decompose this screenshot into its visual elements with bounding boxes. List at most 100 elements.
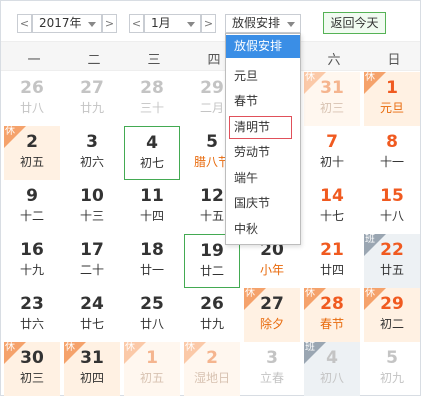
day-cell[interactable]: 15 十八 (364, 180, 420, 234)
lunar-date-label: 初十 (319, 155, 344, 169)
holiday-select[interactable]: 放假安排 (225, 14, 301, 33)
day-number: 28 (140, 78, 164, 98)
day-cell[interactable]: 休 2 湿地日 (184, 342, 240, 396)
lunar-date-label: 廿一 (139, 263, 164, 277)
day-cell[interactable]: 休 1 初五 (124, 342, 180, 396)
lunar-date-label: 初六 (79, 155, 104, 169)
day-number: 10 (80, 186, 104, 206)
day-number: 26 (200, 294, 224, 314)
holiday-menu-item[interactable]: 元旦 (226, 65, 300, 88)
holiday-menu-item[interactable]: 劳动节 (226, 141, 300, 164)
day-number: 23 (20, 294, 44, 314)
day-cell[interactable]: 18 廿一 (124, 234, 180, 288)
lunar-date-label: 初九 (379, 371, 404, 385)
work-day-badge: 班 (304, 342, 326, 364)
lunar-date-label: 初五 (139, 371, 164, 385)
holiday-rest-badge: 休 (304, 72, 326, 94)
holiday-menu-item[interactable]: 中秋 (226, 218, 300, 241)
day-cell[interactable]: 3 初六 (64, 126, 120, 180)
back-to-today-button[interactable]: 返回今天 (323, 12, 386, 34)
lunar-date-label: 初四 (79, 371, 104, 385)
holiday-dropdown-menu: 放假安排元旦 春节 清明节 劳动节端午 国庆节中秋 (225, 33, 301, 245)
holiday-menu-item[interactable]: 清明节 (229, 115, 292, 139)
holiday-rest-badge: 休 (364, 72, 386, 94)
prev-year-button[interactable]: < (17, 14, 32, 33)
day-cell[interactable]: 14 十七 (304, 180, 360, 234)
day-number: 3 (266, 348, 278, 368)
day-cell[interactable]: 28 三十 (124, 72, 180, 126)
next-year-button[interactable]: > (102, 14, 117, 33)
year-select-value: 2017年 (39, 16, 82, 30)
month-select[interactable]: 1月 (144, 14, 201, 33)
day-cell[interactable]: 24 廿七 (64, 288, 120, 342)
chevron-down-icon (88, 22, 96, 27)
day-number: 5 (386, 348, 398, 368)
day-cell[interactable]: 休 27 除夕 (244, 288, 300, 342)
badge-label: 休 (245, 288, 255, 299)
day-cell[interactable]: 10 十三 (64, 180, 120, 234)
holiday-rest-badge: 休 (304, 288, 326, 310)
lunar-date-label: 除夕 (259, 317, 284, 331)
day-cell[interactable]: 7 初十 (304, 126, 360, 180)
lunar-date-label: 十二 (19, 209, 44, 223)
day-cell[interactable]: 班 4 初八 (304, 342, 360, 396)
day-number: 7 (326, 132, 338, 152)
day-cell[interactable]: 5 初九 (364, 342, 420, 396)
holiday-rest-badge: 休 (64, 342, 86, 364)
lunar-date-label: 初七 (139, 156, 164, 170)
day-cell[interactable]: 3 立春 (244, 342, 300, 396)
day-cell[interactable]: 休 31 初四 (64, 342, 120, 396)
holiday-menu-item[interactable]: 春节 (226, 90, 300, 113)
day-cell[interactable]: 27 廿九 (64, 72, 120, 126)
day-number: 17 (80, 240, 104, 260)
day-cell[interactable]: 休 28 春节 (304, 288, 360, 342)
holiday-rest-badge: 休 (184, 342, 206, 364)
badge-label: 班 (305, 342, 315, 353)
day-cell[interactable]: 8 十一 (364, 126, 420, 180)
day-number: 18 (140, 240, 164, 260)
badge-label: 休 (65, 342, 75, 353)
day-cell[interactable]: 17 二十 (64, 234, 120, 288)
day-cell[interactable]: 休 2 初五 (4, 126, 60, 180)
day-cell[interactable]: 休 29 初二 (364, 288, 420, 342)
chevron-down-icon (287, 22, 295, 27)
next-month-button[interactable]: > (201, 14, 216, 33)
holiday-menu-item[interactable]: 国庆节 (226, 192, 300, 215)
day-cell[interactable]: 11 十四 (124, 180, 180, 234)
day-number: 14 (320, 186, 344, 206)
day-cell[interactable]: 休 1 元旦 (364, 72, 420, 126)
badge-label: 休 (305, 72, 315, 83)
holiday-menu-item[interactable]: 端午 (226, 167, 300, 190)
day-cell[interactable]: 4 初七 (124, 126, 180, 180)
day-number: 26 (20, 78, 44, 98)
day-cell[interactable]: 26 廿八 (4, 72, 60, 126)
badge-label: 休 (365, 72, 375, 83)
badge-label: 休 (185, 342, 195, 353)
badge-label: 休 (365, 288, 375, 299)
day-cell[interactable]: 班 22 廿五 (364, 234, 420, 288)
weekday-label: 一 (27, 53, 41, 68)
lunar-date-label: 廿八 (139, 317, 164, 331)
holiday-menu-item[interactable]: 放假安排 (226, 35, 300, 58)
lunar-date-label: 十八 (379, 209, 404, 223)
day-cell[interactable]: 21 廿四 (304, 234, 360, 288)
prev-month-button[interactable]: < (129, 14, 144, 33)
year-select[interactable]: 2017年 (32, 14, 102, 33)
day-cell[interactable]: 25 廿八 (124, 288, 180, 342)
work-day-badge: 班 (364, 234, 386, 256)
calendar-header: < 2017年 > < 1月 > 放假安排 返回今天 (1, 1, 420, 39)
lunar-date-label: 小年 (259, 263, 284, 277)
day-cell[interactable]: 26 廿九 (184, 288, 240, 342)
day-cell[interactable]: 16 十九 (4, 234, 60, 288)
holiday-select-value: 放假安排 (232, 16, 281, 30)
day-cell[interactable]: 23 廿六 (4, 288, 60, 342)
chevron-down-icon (187, 22, 195, 27)
holiday-rest-badge: 休 (124, 342, 146, 364)
day-number: 8 (386, 132, 398, 152)
day-cell[interactable]: 休 30 初三 (4, 342, 60, 396)
day-cell[interactable]: 9 十二 (4, 180, 60, 234)
day-cell[interactable]: 休 31 初三 (304, 72, 360, 126)
day-number: 11 (140, 186, 164, 206)
lunar-date-label: 廿四 (319, 263, 344, 277)
day-number: 4 (146, 133, 158, 153)
